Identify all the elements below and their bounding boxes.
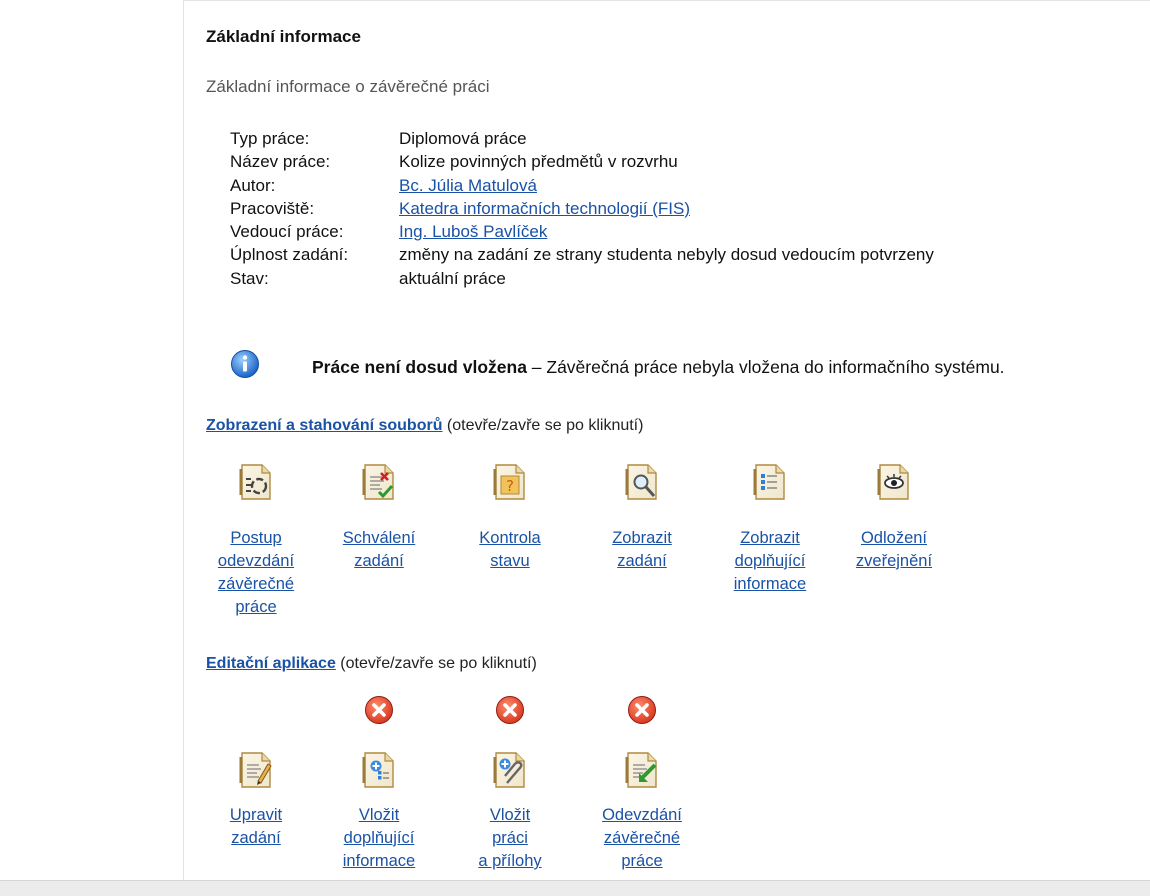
insert-attachments-icon[interactable] (450, 751, 570, 789)
info-label: Typ práce: (230, 129, 310, 148)
info-table: Typ práce: Diplomová práce Název práce: Kol… (230, 127, 934, 290)
progress-document-icon[interactable] (196, 463, 316, 501)
info-value-link[interactable]: Ing. Luboš Pavlíček (399, 222, 547, 241)
publication-delay-icon[interactable] (834, 463, 954, 501)
info-label: Název práce: (230, 152, 331, 172)
info-label: Úplnost zadání: (230, 245, 349, 265)
app-tile[interactable]: Schválení zadání (319, 463, 439, 573)
info-value: aktuální práce (399, 268, 506, 288)
app-tile[interactable]: Vložit doplňující informace (319, 751, 439, 873)
not-allowed-icon (495, 695, 525, 725)
app-tile-label[interactable]: Zobrazit zadání (582, 527, 702, 573)
info-label: Autor: (230, 175, 276, 195)
app-tile-label[interactable]: Upravit zadání (196, 804, 316, 850)
status-check-document-icon[interactable]: ? (450, 463, 570, 501)
app-tile-label[interactable]: Odevzdání závěrečné práce (582, 804, 702, 873)
app-tile[interactable]: Upravit zadání (196, 751, 316, 850)
edit-assignment-icon[interactable] (196, 751, 316, 789)
view-assignment-icon[interactable] (582, 463, 702, 501)
info-value-link[interactable]: Katedra informačních technologií (FIS) (399, 199, 690, 218)
additional-info-icon[interactable] (710, 463, 830, 501)
app-tile[interactable]: Postup odevzdání závěrečné práce (196, 463, 316, 619)
bottom-strip (0, 880, 1150, 896)
thesis-info-panel: Základní informace Základní informace o … (183, 0, 1150, 881)
info-row: Vedoucí práce: Ing. Luboš Pavlíček (230, 220, 934, 243)
submit-thesis-icon[interactable] (582, 751, 702, 789)
info-value-cell: Katedra informačních technologií (FIS) (399, 197, 934, 220)
app-tile-label[interactable]: Odložení zveřejnění (834, 527, 954, 573)
info-value: změny na zadání ze strany studenta nebyl… (399, 245, 934, 265)
files-section-toggle: Zobrazení a stahování souborů (otevře/za… (206, 417, 643, 435)
info-value: Kolize povinných předmětů v rozvrhu (399, 152, 678, 172)
app-tile-label[interactable]: Vložit práci a přílohy (450, 804, 570, 873)
svg-text:?: ? (506, 477, 514, 495)
app-tile-label[interactable]: Vložit doplňující informace (319, 804, 439, 873)
app-tile[interactable]: Odložení zveřejnění (834, 463, 954, 573)
info-value-cell: Bc. Júlia Matulová (399, 174, 934, 197)
info-label: Pracoviště: (230, 198, 315, 218)
app-tile-label[interactable]: Postup odevzdání závěrečné práce (196, 527, 316, 619)
info-icon (231, 350, 259, 378)
notice-banner: Práce není dosud vložena – Závěrečná prá… (230, 349, 1140, 383)
not-allowed-icon (627, 695, 657, 725)
info-row: Stav: aktuální práce (230, 267, 934, 290)
notice-message: Práce není dosud vložena – Závěrečná prá… (312, 357, 1005, 378)
info-row: Autor: Bc. Júlia Matulová (230, 174, 934, 197)
files-section-link[interactable]: Zobrazení a stahování souborů (206, 417, 442, 434)
info-label: Vedoucí práce: (230, 222, 344, 242)
not-allowed-icon (364, 695, 394, 725)
approval-document-icon[interactable] (319, 463, 439, 501)
section-subtitle: Základní informace o závěrečné práci (206, 77, 490, 96)
edit-section-toggle: Editační aplikace (otevře/zavře se po kl… (206, 655, 537, 673)
info-row: Typ práce: Diplomová práce (230, 127, 934, 150)
info-value-cell: Ing. Luboš Pavlíček (399, 220, 934, 243)
notice-bold: Práce není dosud vložena (312, 357, 527, 377)
info-value-link[interactable]: Bc. Júlia Matulová (399, 176, 537, 195)
edit-section-hint: (otevře/zavře se po kliknutí) (335, 655, 537, 672)
app-tile[interactable]: Zobrazit zadání (582, 463, 702, 573)
edit-section-link[interactable]: Editační aplikace (206, 655, 336, 672)
app-tile-label[interactable]: Kontrola stavu (450, 527, 570, 573)
app-tile[interactable]: Zobrazit doplňující informace (710, 463, 830, 596)
app-tile-label[interactable]: Schválení zadání (319, 527, 439, 573)
app-tile-label[interactable]: Zobrazit doplňující informace (710, 527, 830, 596)
app-tile[interactable]: ? Kontrola stavu (450, 463, 570, 573)
info-label: Stav: (230, 268, 269, 288)
files-section-hint: (otevře/zavře se po kliknutí) (442, 417, 644, 434)
info-row: Úplnost zadání: změny na zadání ze strany… (230, 243, 934, 266)
insert-info-icon[interactable] (319, 751, 439, 789)
notice-text: – Závěrečná práce nebyla vložena do info… (526, 357, 1005, 377)
info-row: Pracoviště: Katedra informačních technolo… (230, 197, 934, 220)
section-title: Základní informace (206, 27, 361, 46)
info-row: Název práce: Kolize povinných předmětů v … (230, 150, 934, 173)
app-tile[interactable]: Vložit práci a přílohy (450, 751, 570, 873)
info-value: Diplomová práce (399, 129, 527, 148)
app-tile[interactable]: Odevzdání závěrečné práce (582, 751, 702, 873)
left-blank-area (0, 0, 183, 895)
